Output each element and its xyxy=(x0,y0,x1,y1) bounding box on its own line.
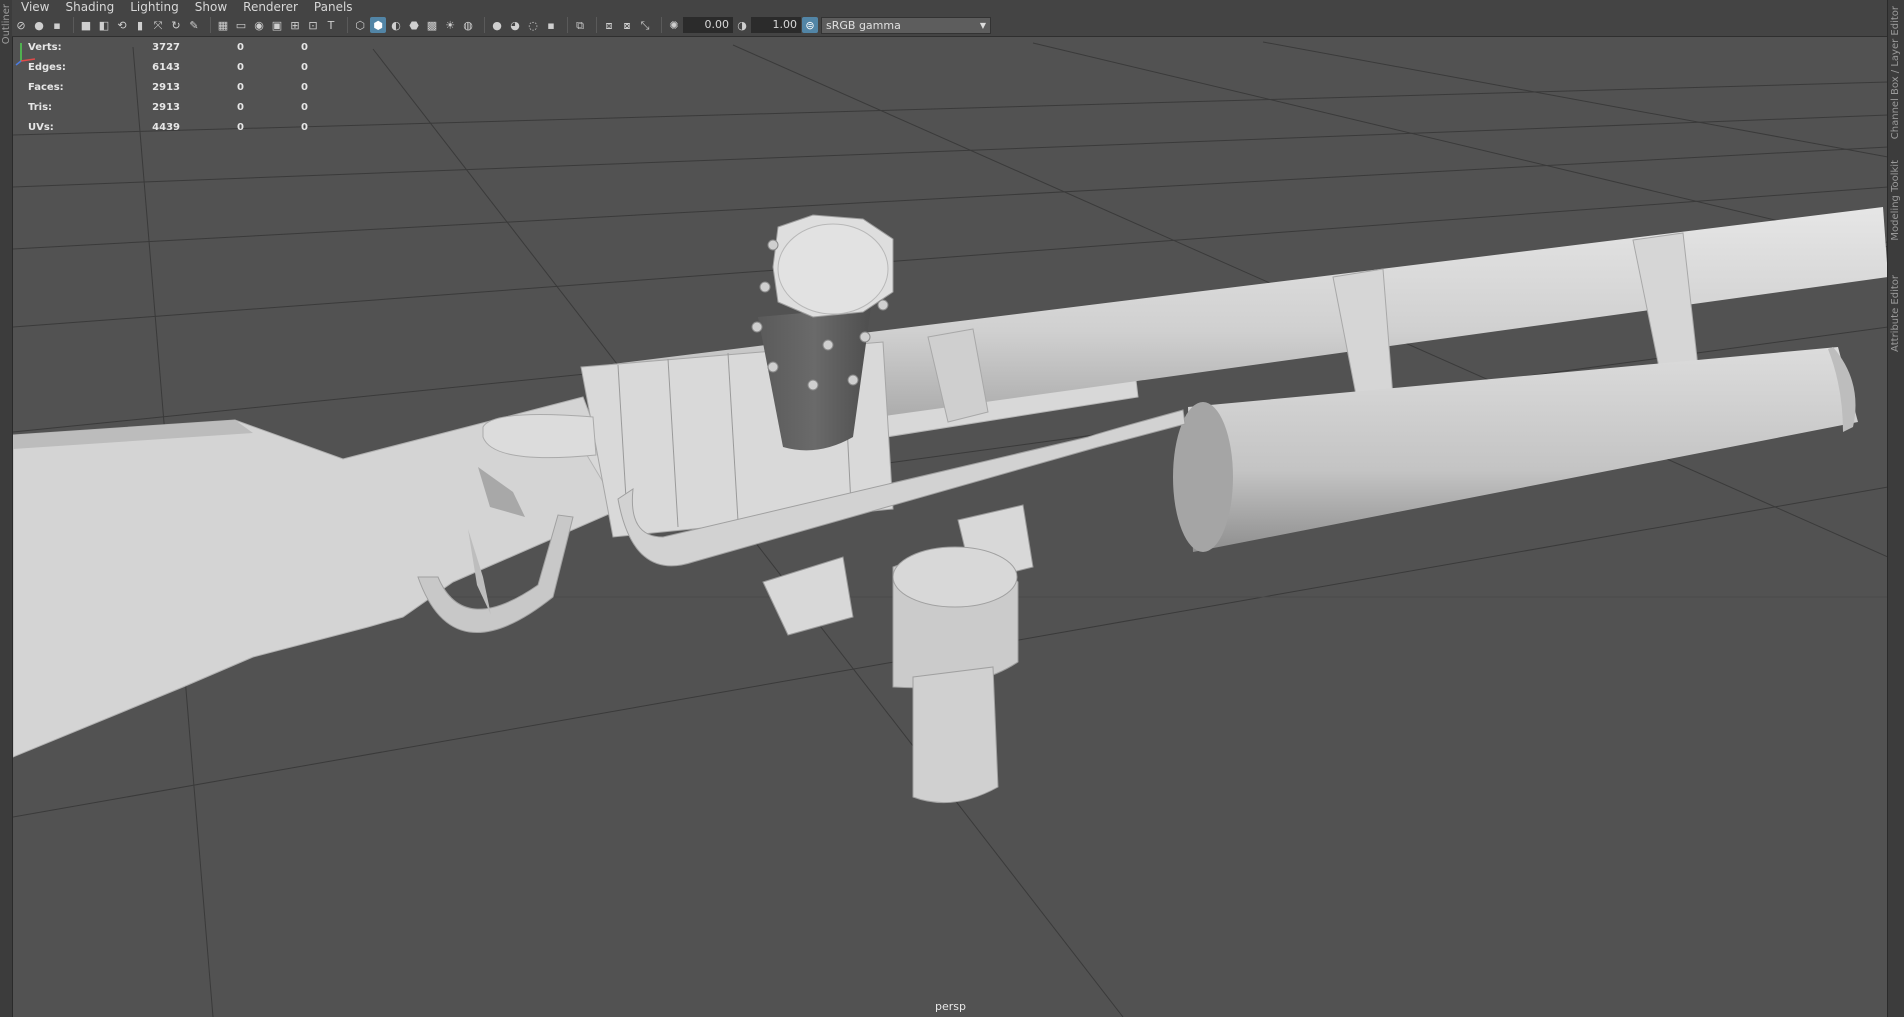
motion-blur-icon[interactable]: ◕ xyxy=(507,17,523,33)
bookmark-icon[interactable]: ■ xyxy=(78,17,94,33)
fuel-tank xyxy=(1188,347,1858,552)
perspective-viewport[interactable]: Verts: 3727 0 0 Edges: 6143 0 0 Faces: 2… xyxy=(13,37,1888,1017)
toolbar-divider xyxy=(567,17,568,33)
color-management-icon[interactable]: ⊜ xyxy=(802,17,818,33)
hud-value: 0 xyxy=(301,81,308,93)
right-panel-tabs: Channel Box / Layer Editor Modeling Tool… xyxy=(1887,0,1904,1017)
menu-lighting[interactable]: Lighting xyxy=(121,0,186,14)
panel-toolbar: ⊘ ● ▪ ■ ◧ ⟲ ▮ ⤧ ↻ ✎ ▦ ▭ ◉ ▣ ⊞ ⊡ T ⬡ ⬢ ◐ … xyxy=(12,14,1888,37)
outliner-tab-label: Outliner xyxy=(1,4,12,45)
hud-row-faces: Faces: 2913 0 0 xyxy=(28,77,308,97)
view-transform-value: sRGB gamma xyxy=(826,18,901,32)
hud-value: 0 xyxy=(301,61,308,73)
depth-of-field-icon[interactable]: ▪ xyxy=(543,17,559,33)
hud-label: UVs: xyxy=(28,121,54,133)
wireframe-on-shaded-icon[interactable]: ⬣ xyxy=(406,17,422,33)
menu-renderer[interactable]: Renderer xyxy=(234,0,305,14)
gamma-field[interactable] xyxy=(751,17,801,33)
hud-value: 0 xyxy=(301,41,308,53)
hud-value: 0 xyxy=(237,81,244,93)
attribute-editor-tab[interactable]: Attribute Editor xyxy=(1890,275,1901,352)
screen-space-ao-icon[interactable]: ● xyxy=(489,17,505,33)
gate-mask-icon[interactable]: ▣ xyxy=(269,17,285,33)
toolbar-divider xyxy=(484,17,485,33)
hud-row-uvs: UVs: 4439 0 0 xyxy=(28,117,308,137)
menu-shading[interactable]: Shading xyxy=(56,0,121,14)
xray-active-components-icon[interactable]: ⧇ xyxy=(619,17,635,33)
bolt-handle xyxy=(482,414,597,459)
resolution-gate-icon[interactable]: ◉ xyxy=(251,17,267,33)
hud-value: 0 xyxy=(237,101,244,113)
resize-icon[interactable]: ⤡ xyxy=(637,17,653,33)
poly-count-hud: Verts: 3727 0 0 Edges: 6143 0 0 Faces: 2… xyxy=(28,37,308,137)
regulator-stem xyxy=(912,666,999,804)
hud-label: Faces: xyxy=(28,81,64,93)
camera-name-label: persp xyxy=(935,1000,966,1013)
view-transform-dropdown[interactable]: sRGB gamma ▼ xyxy=(821,16,991,34)
wireframe-icon[interactable]: ⬡ xyxy=(352,17,368,33)
hud-value: 0 xyxy=(237,121,244,133)
scene-render xyxy=(13,41,1888,1017)
toolbar-divider xyxy=(73,17,74,33)
grease-pencil-icon[interactable]: ▮ xyxy=(132,17,148,33)
exposure-field[interactable] xyxy=(683,17,733,33)
transform-icon[interactable]: ⤧ xyxy=(150,17,166,33)
channel-box-tab[interactable]: Channel Box / Layer Editor xyxy=(1890,6,1901,139)
hud-label: Tris: xyxy=(28,101,53,113)
xray-icon[interactable]: ▩ xyxy=(424,17,440,33)
outliner-collapsed-tab[interactable]: Outliner xyxy=(0,0,13,1017)
menu-view[interactable]: View xyxy=(12,0,56,14)
hud-value: 4439 xyxy=(152,121,180,133)
pencil-icon[interactable]: ✎ xyxy=(186,17,202,33)
safe-title-icon[interactable]: T xyxy=(323,17,339,33)
hud-value: 0 xyxy=(237,61,244,73)
toolbar-divider xyxy=(210,17,211,33)
hud-value: 0 xyxy=(301,121,308,133)
exposure-icon[interactable]: ✺ xyxy=(666,17,682,33)
rotate-icon[interactable]: ↻ xyxy=(168,17,184,33)
menu-panels[interactable]: Panels xyxy=(305,0,360,14)
default-material-icon[interactable]: ◐ xyxy=(388,17,404,33)
smooth-shade-all-icon[interactable]: ⬢ xyxy=(370,17,386,33)
field-chart-icon[interactable]: ⊞ xyxy=(287,17,303,33)
toolbar-divider xyxy=(347,17,348,33)
2d-pan-zoom-icon[interactable]: ⟲ xyxy=(114,17,130,33)
isolate-select-icon[interactable]: ⧉ xyxy=(572,17,588,33)
use-all-lights-icon[interactable]: ☀ xyxy=(442,17,458,33)
menu-show[interactable]: Show xyxy=(186,0,234,14)
toolbar-divider xyxy=(596,17,597,33)
hud-value: 0 xyxy=(301,101,308,113)
anti-aliasing-icon[interactable]: ◌ xyxy=(525,17,541,33)
camera-attributes-icon[interactable]: ▪ xyxy=(49,17,65,33)
film-gate-icon[interactable]: ▭ xyxy=(233,17,249,33)
shadows-icon[interactable]: ◍ xyxy=(460,17,476,33)
image-plane-icon[interactable]: ◧ xyxy=(96,17,112,33)
gamma-icon[interactable]: ◑ xyxy=(734,17,750,33)
safe-action-icon[interactable]: ⊡ xyxy=(305,17,321,33)
axis-gizmo-icon xyxy=(15,43,36,66)
valve-left xyxy=(762,556,854,636)
hud-value: 3727 xyxy=(152,41,180,53)
lock-camera-icon[interactable]: ● xyxy=(31,17,47,33)
grid-icon[interactable]: ▦ xyxy=(215,17,231,33)
hud-value: 6143 xyxy=(152,61,180,73)
panel-menu-bar: View Shading Lighting Show Renderer Pane… xyxy=(12,0,1888,14)
hud-row-tris: Tris: 2913 0 0 xyxy=(28,97,308,117)
xray-joints-icon[interactable]: ⧈ xyxy=(601,17,617,33)
chevron-down-icon: ▼ xyxy=(979,20,986,30)
hud-value: 2913 xyxy=(152,81,180,93)
hud-value: 2913 xyxy=(152,101,180,113)
modeling-toolkit-tab[interactable]: Modeling Toolkit xyxy=(1890,160,1901,241)
select-camera-icon[interactable]: ⊘ xyxy=(13,17,29,33)
hud-row-verts: Verts: 3727 0 0 xyxy=(28,37,308,57)
hud-row-edges: Edges: 6143 0 0 xyxy=(28,57,308,77)
hud-value: 0 xyxy=(237,41,244,53)
toolbar-divider xyxy=(661,17,662,33)
